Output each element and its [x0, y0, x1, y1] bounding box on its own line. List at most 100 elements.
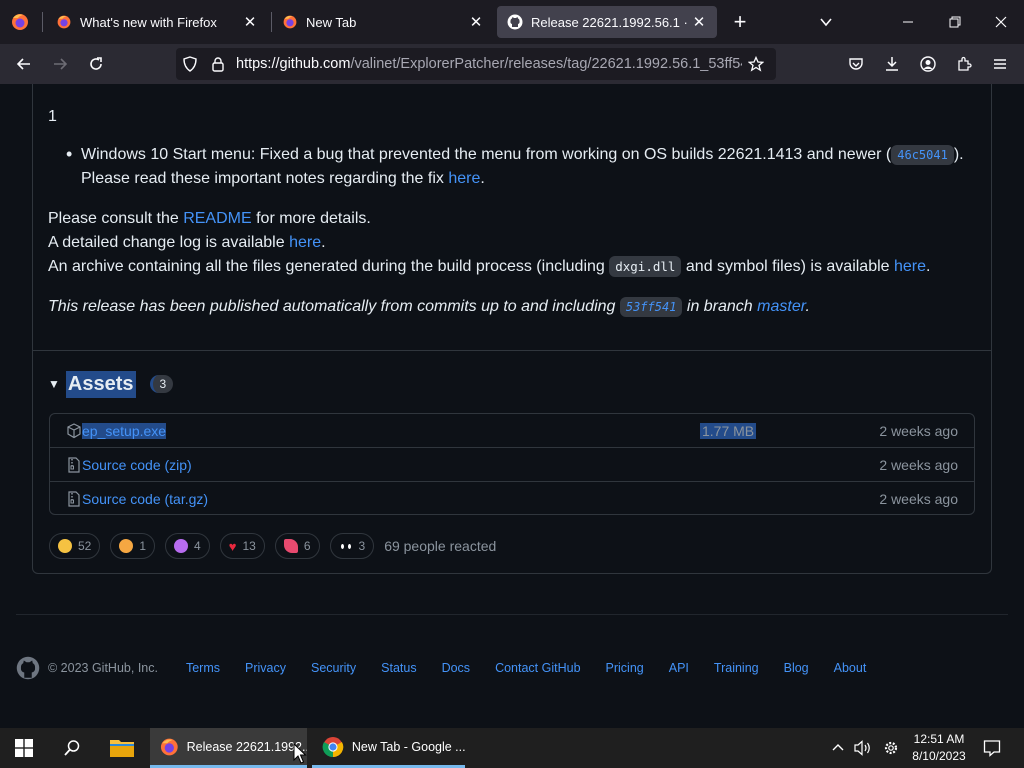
footer-link-terms[interactable]: Terms: [186, 661, 220, 675]
reaction-laugh[interactable]: 1: [110, 533, 156, 559]
consult-text-end: for more details.: [251, 210, 371, 227]
assets-summary[interactable]: ▼ Assets 3: [48, 368, 174, 400]
restore-icon: [949, 16, 961, 28]
system-clock[interactable]: 12:51 AM 8/10/2023: [906, 731, 972, 765]
reaction-eyes[interactable]: 3: [329, 533, 375, 559]
footer-link-security[interactable]: Security: [311, 661, 356, 675]
show-hidden-icons-button[interactable]: [828, 728, 848, 768]
auto-published-line: This release has been published automati…: [48, 297, 810, 317]
url-host: https://github.com: [236, 56, 351, 72]
asset-date: 2 weeks ago: [879, 423, 958, 439]
thumbs-up-icon: [58, 539, 72, 553]
list-tabs-button[interactable]: [811, 8, 841, 36]
tracking-protection-icon[interactable]: [176, 56, 204, 72]
dxgi-code: dxgi.dll: [609, 256, 682, 277]
back-button[interactable]: [10, 50, 38, 78]
reaction-heart[interactable]: ♥ 13: [219, 533, 265, 559]
footer-link-api[interactable]: API: [669, 661, 689, 675]
reload-icon: [90, 57, 102, 70]
bookmark-star-icon[interactable]: [742, 56, 770, 72]
footer-link-training[interactable]: Training: [714, 661, 759, 675]
caret-down-icon[interactable]: ▼: [48, 377, 60, 391]
asset-link-source-zip[interactable]: Source code (zip): [82, 457, 192, 473]
reload-button[interactable]: [82, 50, 110, 78]
taskbar-app-title: Release 22621.1992....: [186, 739, 307, 754]
volume-button[interactable]: [852, 728, 874, 768]
close-icon[interactable]: ✕: [691, 13, 707, 31]
reaction-count: 4: [194, 539, 201, 553]
firefox-view-icon[interactable]: [10, 12, 30, 32]
archive-here-link[interactable]: here: [894, 258, 926, 275]
reaction-hooray[interactable]: 4: [165, 533, 210, 559]
auto-period: .: [805, 298, 810, 315]
settings-button[interactable]: [880, 728, 902, 768]
taskbar: Release 22621.1992.... New Tab - Google …: [0, 728, 1024, 768]
downloads-button[interactable]: [878, 50, 906, 78]
search-icon: [64, 740, 80, 756]
footer-link-about[interactable]: About: [834, 661, 867, 675]
file-explorer-button[interactable]: [106, 728, 138, 768]
start-button[interactable]: [10, 728, 38, 768]
notification-icon: [983, 740, 1001, 757]
gear-icon: [884, 741, 898, 755]
footer-link-privacy[interactable]: Privacy: [245, 661, 286, 675]
close-icon[interactable]: ✕: [242, 13, 258, 31]
asset-link-source-targz[interactable]: Source code (tar.gz): [82, 491, 208, 507]
restore-button[interactable]: [940, 8, 970, 36]
github-logo-icon[interactable]: [16, 656, 40, 680]
windows-logo-icon: [15, 739, 33, 757]
changelog-here-link[interactable]: here: [289, 234, 321, 251]
laugh-icon: [119, 539, 134, 553]
reaction-thumbs-up[interactable]: 52: [49, 533, 101, 559]
footer-link-blog[interactable]: Blog: [784, 661, 809, 675]
tab-new-tab[interactable]: New Tab ✕: [272, 6, 494, 38]
extensions-button[interactable]: [950, 50, 978, 78]
changelog-line: A detailed change log is available here.: [48, 234, 326, 252]
hamburger-icon: [994, 59, 1006, 69]
file-zip-icon: [68, 490, 80, 507]
forward-button[interactable]: [46, 50, 74, 78]
menu-button[interactable]: [986, 50, 1014, 78]
readme-link[interactable]: README: [183, 210, 251, 227]
footer-link-pricing[interactable]: Pricing: [606, 661, 644, 675]
assets-title: Assets: [65, 370, 136, 398]
url-bar[interactable]: https://github.com/valinet/ExplorerPatch…: [176, 48, 776, 80]
asset-date: 2 weeks ago: [879, 490, 958, 507]
notifications-button[interactable]: [980, 728, 1004, 768]
taskbar-firefox[interactable]: Release 22621.1992....: [150, 728, 307, 768]
footer: © 2023 GitHub, Inc. Terms Privacy Securi…: [16, 656, 891, 680]
bullet-dot: •: [66, 144, 73, 164]
new-tab-button[interactable]: +: [725, 8, 755, 36]
tab-release[interactable]: Release 22621.1992.56.1 · valinet ✕: [497, 6, 717, 38]
asset-link-ep-setup[interactable]: ep_setup.exe: [82, 423, 167, 439]
folder-icon: [110, 740, 134, 757]
notes-text: Please read these important notes regard…: [81, 170, 449, 187]
tab-title: What's new with Firefox: [80, 14, 217, 30]
footer-link-docs[interactable]: Docs: [442, 661, 470, 675]
package-icon: [67, 423, 81, 439]
page-viewport: 1 • Windows 10 Start menu: Fixed a bug t…: [0, 84, 1024, 728]
search-button[interactable]: [58, 728, 86, 768]
heart-icon: ♥: [228, 538, 237, 554]
minimize-button[interactable]: [893, 8, 923, 36]
footer-link-contact[interactable]: Contact GitHub: [495, 661, 580, 675]
taskbar-chrome[interactable]: New Tab - Google ...: [312, 728, 465, 768]
url-text[interactable]: https://github.com/valinet/ExplorerPatch…: [236, 56, 742, 72]
asset-row: Source code (zip) 2 weeks ago: [50, 447, 974, 481]
lock-icon[interactable]: [204, 56, 232, 72]
close-window-button[interactable]: [986, 8, 1016, 36]
pocket-button[interactable]: [842, 50, 870, 78]
notes-here-link[interactable]: here: [448, 170, 480, 187]
commit-link-53ff541[interactable]: 53ff541: [619, 297, 683, 317]
footer-link-status[interactable]: Status: [381, 661, 416, 675]
close-icon[interactable]: ✕: [468, 13, 484, 31]
eyes-icon: [338, 541, 353, 551]
master-branch-link[interactable]: master: [757, 298, 805, 315]
reaction-count: 6: [303, 539, 311, 553]
firefox-icon: [57, 15, 71, 29]
commit-link-46c5041[interactable]: 46c5041: [891, 145, 954, 165]
tab-whats-new[interactable]: What's new with Firefox ✕: [46, 6, 268, 38]
account-button[interactable]: [914, 50, 942, 78]
clock-time: 12:51 AM: [913, 732, 965, 746]
reaction-rocket[interactable]: 6: [274, 533, 320, 559]
